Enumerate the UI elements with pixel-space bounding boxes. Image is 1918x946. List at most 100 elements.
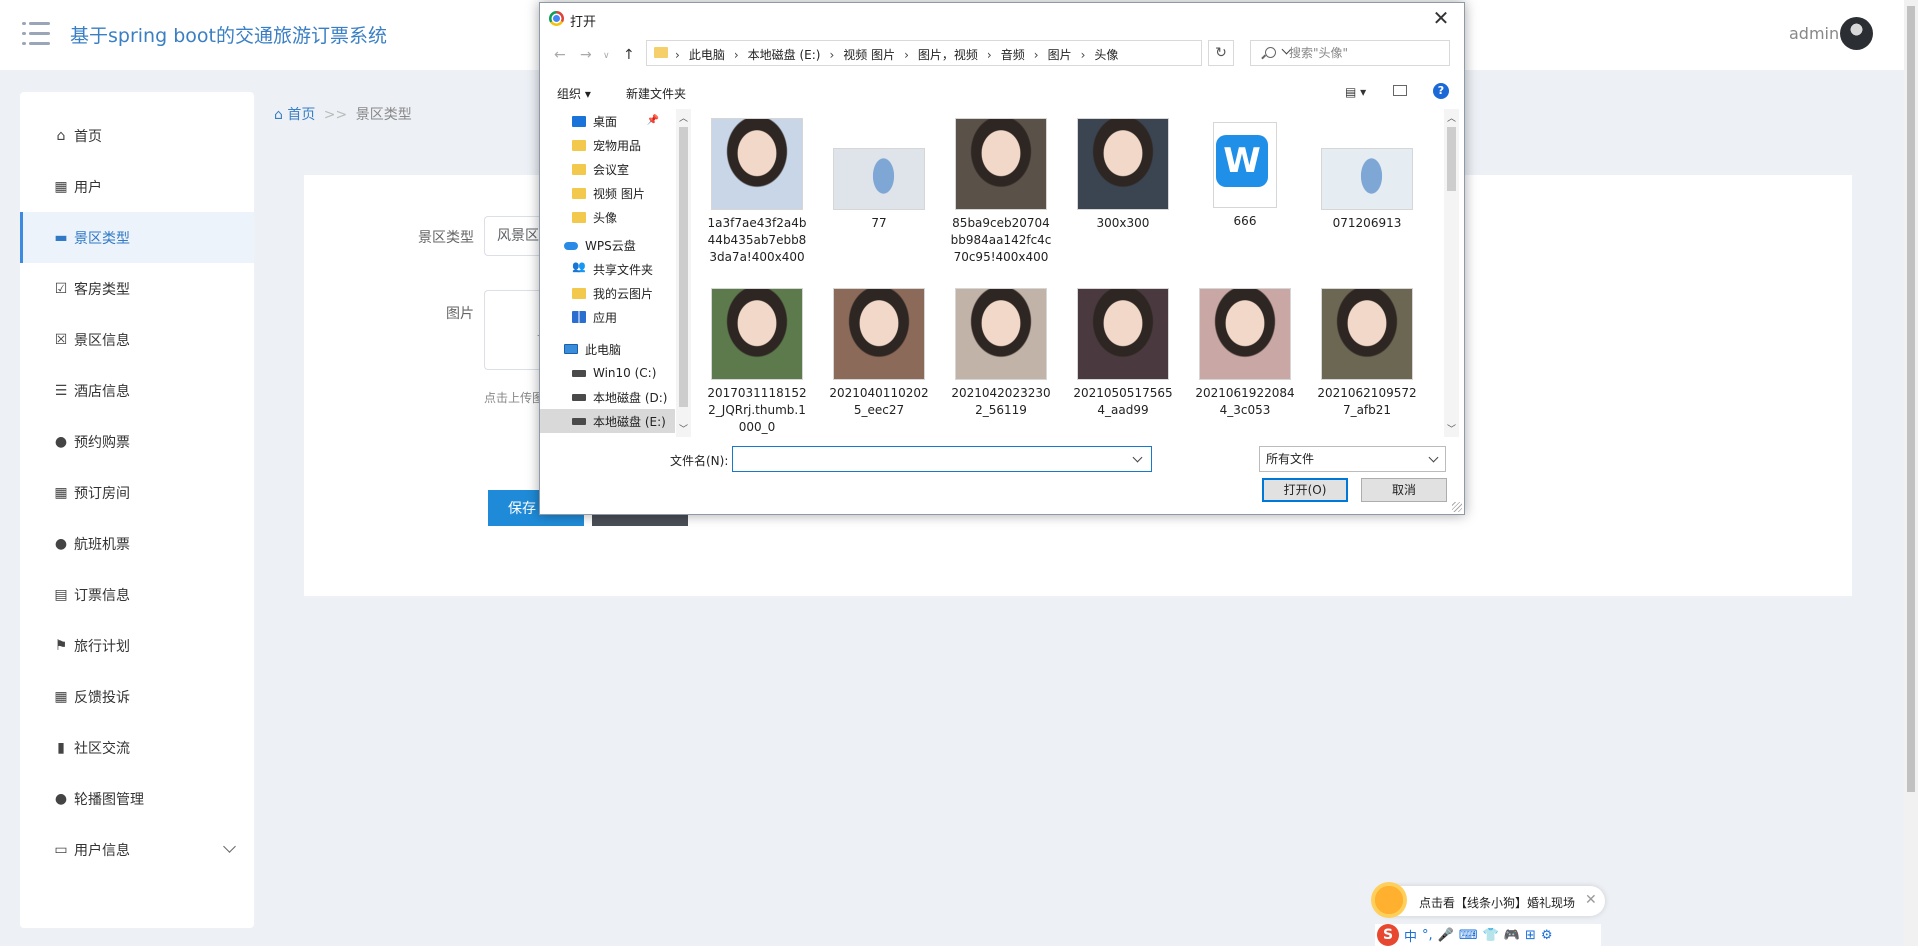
chevron-down-icon[interactable] bbox=[223, 840, 236, 853]
filetype-select[interactable]: 所有文件 bbox=[1259, 446, 1446, 472]
path-segment[interactable]: 此电脑 bbox=[689, 48, 725, 62]
page-scrollbar[interactable] bbox=[1904, 0, 1918, 946]
chinese-mode-icon[interactable]: 中 bbox=[1404, 926, 1417, 945]
game-icon[interactable]: 🎮 bbox=[1504, 928, 1520, 943]
tree-item[interactable]: 桌面 📌 bbox=[540, 109, 675, 133]
tree-item[interactable]: Win10 (C:) bbox=[540, 361, 675, 385]
sidebar-item-0[interactable]: ⌂ 首页 bbox=[20, 110, 254, 161]
tree-item[interactable]: 视频 图片 bbox=[540, 181, 675, 205]
file-item[interactable]: 20210619220844_3c053 bbox=[1190, 289, 1300, 419]
tree-item[interactable]: 头像 bbox=[540, 205, 675, 229]
keyboard-icon[interactable]: ⌨ bbox=[1459, 928, 1478, 943]
sidebar-item-13[interactable]: ● 轮播图管理 bbox=[20, 773, 254, 824]
files-scrollbar[interactable]: ︿ ﹀ bbox=[1444, 109, 1459, 437]
sogou-logo-icon[interactable]: S bbox=[1377, 924, 1399, 946]
path-segment[interactable]: 头像 bbox=[1094, 48, 1118, 62]
resize-grip-icon[interactable] bbox=[1452, 502, 1462, 512]
filename-input[interactable] bbox=[732, 446, 1152, 472]
path-separator-icon[interactable]: › bbox=[829, 48, 834, 62]
sidebar-item-8[interactable]: ● 航班机票 bbox=[20, 518, 254, 569]
toolbox-icon[interactable]: ⊞ bbox=[1525, 928, 1536, 943]
tree-item[interactable]: 应用 bbox=[540, 305, 675, 329]
back-arrow-icon[interactable]: ← bbox=[554, 47, 566, 63]
close-icon[interactable]: ✕ bbox=[1430, 7, 1452, 29]
path-separator-icon[interactable]: › bbox=[734, 48, 739, 62]
close-icon[interactable]: ✕ bbox=[1585, 892, 1597, 908]
open-button[interactable]: 打开(O) bbox=[1262, 478, 1348, 502]
skin-icon[interactable]: 👕 bbox=[1483, 928, 1499, 943]
path-separator-icon[interactable]: › bbox=[904, 48, 909, 62]
up-arrow-icon[interactable]: ↑ bbox=[623, 47, 635, 63]
file-item[interactable]: 85ba9ceb20704bb984aa142fc4c70c95!400x400 bbox=[946, 119, 1056, 266]
file-item[interactable]: W 666 bbox=[1190, 119, 1300, 230]
menu-toggle-icon[interactable] bbox=[22, 22, 50, 46]
file-item[interactable]: 20210505175654_aad99 bbox=[1068, 289, 1178, 419]
file-item[interactable]: 77 bbox=[824, 119, 934, 232]
dialog-titlebar[interactable]: 打开 ✕ bbox=[540, 3, 1464, 34]
view-options-icon[interactable]: ▤ ▾ bbox=[1345, 85, 1366, 99]
sidebar-item-10[interactable]: ⚑ 旅行计划 bbox=[20, 620, 254, 671]
file-item[interactable]: 20210420232302_56119 bbox=[946, 289, 1056, 419]
image-thumbnail bbox=[712, 119, 802, 209]
search-input[interactable]: 搜索"头像" bbox=[1250, 40, 1450, 66]
sidebar-item-4[interactable]: ☒ 景区信息 bbox=[20, 314, 254, 365]
home-icon[interactable]: ⌂ bbox=[274, 107, 283, 123]
path-separator-icon[interactable]: › bbox=[1034, 48, 1039, 62]
tree-item[interactable]: 我的云图片 bbox=[540, 281, 675, 305]
tree-item[interactable]: 本地磁盘 (E:) bbox=[540, 409, 675, 433]
sidebar-item-14[interactable]: ▭ 用户信息 bbox=[20, 824, 254, 875]
notification-toast[interactable]: 点击看【线条小狗】婚礼现场 ✕ bbox=[1371, 882, 1605, 918]
file-item[interactable]: 1a3f7ae43f2a4b44b435ab7ebb83da7a!400x400 bbox=[702, 119, 812, 266]
type-input[interactable]: 风景区 bbox=[484, 216, 544, 256]
user-name[interactable]: admin bbox=[1789, 24, 1839, 43]
refresh-icon[interactable]: ↻ bbox=[1208, 40, 1234, 66]
notification-text[interactable]: 点击看【线条小狗】婚礼现场 bbox=[1419, 894, 1575, 911]
sidebar-item-12[interactable]: ▮ 社区交流 bbox=[20, 722, 254, 773]
sidebar-item-11[interactable]: ▦ 反馈投诉 bbox=[20, 671, 254, 722]
image-upload-box[interactable]: — bbox=[484, 290, 549, 370]
address-bar[interactable]: › 此电脑 › 本地磁盘 (E:) › 视频 图片 › 图片，视频 › 音频 › 图片 › 头像 bbox=[646, 40, 1292, 66]
file-item[interactable]: 20210401102025_eec27 bbox=[824, 289, 934, 419]
sidebar-item-5[interactable]: ☰ 酒店信息 bbox=[20, 365, 254, 416]
file-item[interactable]: 071206913 bbox=[1312, 119, 1422, 232]
path-segment[interactable]: 视频 图片 bbox=[843, 48, 895, 62]
tree-item[interactable]: 共享文件夹 bbox=[540, 257, 675, 281]
path-segment[interactable]: 音频 bbox=[1001, 48, 1025, 62]
tree-item[interactable]: WPS云盘 bbox=[540, 233, 675, 257]
organize-menu[interactable]: 组织 ▾ bbox=[557, 85, 591, 102]
file-item[interactable]: 300x300 bbox=[1068, 119, 1178, 232]
breadcrumb-home[interactable]: 首页 bbox=[287, 107, 315, 123]
sidebar-item-1[interactable]: ▦ 用户 bbox=[20, 161, 254, 212]
path-segment[interactable]: 本地磁盘 (E:) bbox=[748, 48, 821, 62]
preview-pane-icon[interactable] bbox=[1393, 85, 1407, 96]
settings-icon[interactable]: ⚙ bbox=[1541, 928, 1553, 943]
tree-item[interactable]: 会议室 bbox=[540, 157, 675, 181]
forward-arrow-icon[interactable]: → bbox=[580, 47, 592, 63]
path-separator-icon[interactable]: › bbox=[1081, 48, 1086, 62]
tree-item[interactable]: 此电脑 bbox=[540, 337, 675, 361]
flag-icon: ⚑ bbox=[54, 637, 68, 654]
sidebar-item-label: 航班机票 bbox=[74, 536, 130, 553]
tree-item[interactable]: 本地磁盘 (D:) bbox=[540, 385, 675, 409]
sidebar-item-6[interactable]: ● 预约购票 bbox=[20, 416, 254, 467]
sidebar-item-7[interactable]: ▦ 预订房间 bbox=[20, 467, 254, 518]
file-item[interactable]: 20170311181522_JQRrj.thumb.1000_0 bbox=[702, 289, 812, 436]
file-item[interactable]: 20210621095727_afb21 bbox=[1312, 289, 1422, 419]
dialog-cancel-button[interactable]: 取消 bbox=[1361, 478, 1447, 502]
recent-dropdown-icon[interactable]: ∨ bbox=[603, 51, 610, 61]
new-folder-button[interactable]: 新建文件夹 bbox=[626, 85, 686, 102]
path-segment[interactable]: 图片，视频 bbox=[918, 48, 978, 62]
punctuation-icon[interactable]: °, bbox=[1422, 928, 1433, 943]
sidebar-item-3[interactable]: ☑ 客房类型 bbox=[20, 263, 254, 314]
path-separator-icon[interactable]: › bbox=[987, 48, 992, 62]
chevron-down-icon[interactable] bbox=[1132, 452, 1143, 463]
path-separator-icon[interactable]: › bbox=[675, 48, 680, 62]
microphone-icon[interactable]: 🎤 bbox=[1438, 928, 1454, 943]
tree-scrollbar[interactable]: ︿ ﹀ bbox=[676, 109, 691, 437]
path-segment[interactable]: 图片 bbox=[1048, 48, 1072, 62]
sidebar-item-9[interactable]: ▤ 订票信息 bbox=[20, 569, 254, 620]
tree-item[interactable]: 宠物用品 bbox=[540, 133, 675, 157]
avatar[interactable] bbox=[1840, 17, 1873, 50]
sidebar-item-2[interactable]: ▬ 景区类型 bbox=[20, 212, 254, 263]
help-icon[interactable]: ? bbox=[1433, 83, 1449, 99]
